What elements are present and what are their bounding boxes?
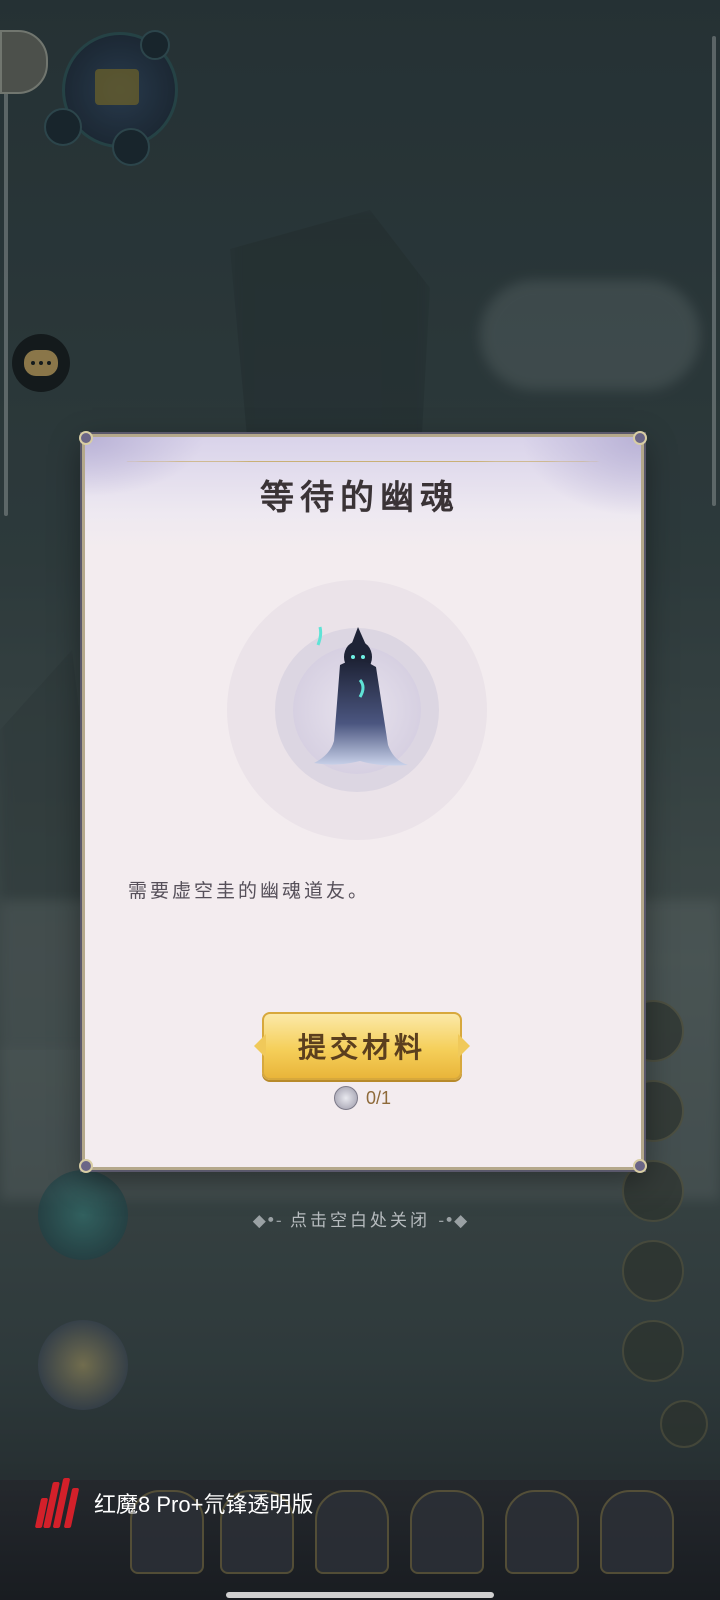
ghost-portrait-icon (314, 626, 408, 766)
material-requirement: 0/1 (334, 1086, 391, 1110)
corner-ornament (633, 431, 647, 445)
device-watermark: 红魔8 Pro+氘锋透明版 (34, 1478, 314, 1528)
close-hint-text: 点击空白处关闭 (290, 1211, 430, 1231)
redmagic-logo-icon (34, 1478, 80, 1528)
close-hint: ◆•- 点击空白处关闭 -•◆ (0, 1206, 720, 1231)
corner-ornament (79, 1159, 93, 1173)
dialog-description: 需要虚空圭的幽魂道友。 (128, 880, 371, 902)
close-hint-ornament-right: -•◆ (438, 1211, 468, 1231)
corner-ornament (79, 431, 93, 445)
material-count: 0/1 (366, 1087, 392, 1108)
home-indicator[interactable] (226, 1592, 494, 1598)
material-item-icon (334, 1086, 358, 1110)
corner-ornament (633, 1159, 647, 1173)
submit-material-button[interactable]: 提交材料 (262, 1012, 462, 1080)
dialog-title: 等待的幽魂 (260, 478, 460, 518)
watermark-text: 红魔8 Pro+氘锋透明版 (94, 1492, 314, 1517)
close-hint-ornament-left: ◆•- (252, 1211, 282, 1231)
